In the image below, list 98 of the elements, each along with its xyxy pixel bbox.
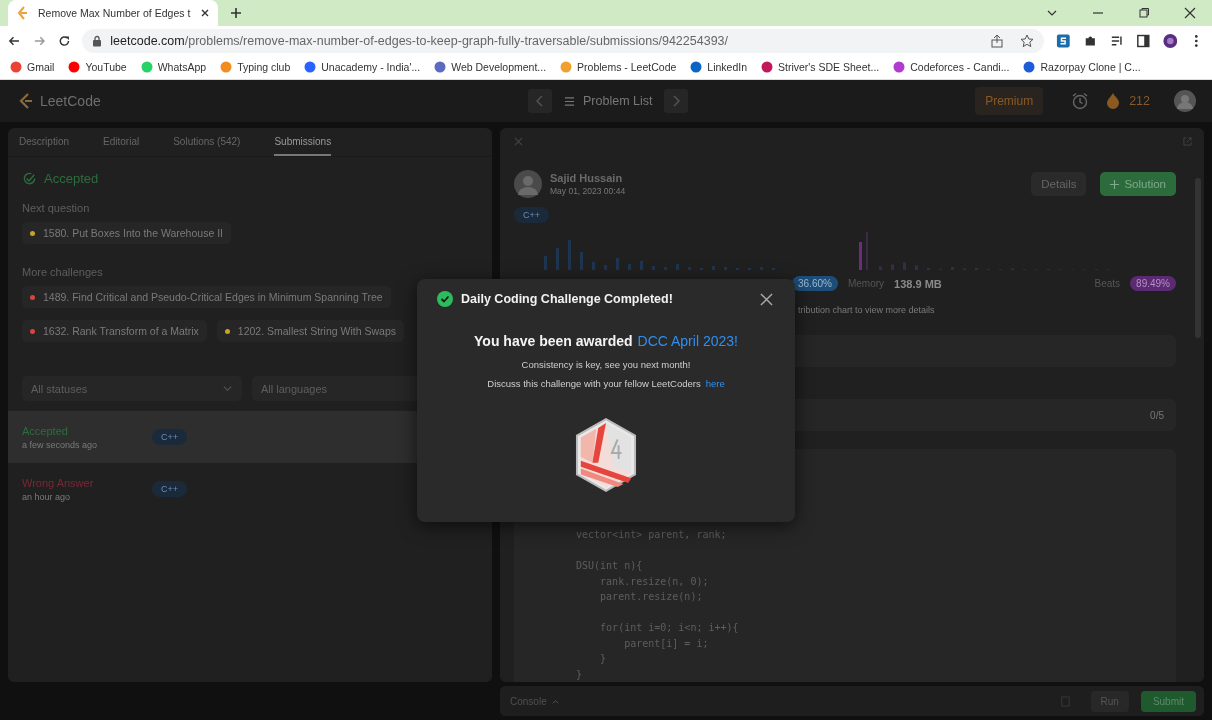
chart-bar <box>951 267 954 270</box>
browser-tab[interactable]: Remove Max Number of Edges t <box>8 0 218 26</box>
language-tag: C++ <box>152 481 187 497</box>
panel-tab[interactable]: Description <box>19 128 70 156</box>
chart-bar <box>556 248 559 270</box>
profile-avatar-icon[interactable] <box>1162 32 1178 49</box>
chart-bar <box>676 264 679 270</box>
chart-bar <box>915 265 918 270</box>
chart-bar <box>592 262 595 270</box>
close-icon[interactable] <box>1184 7 1196 19</box>
premium-button[interactable]: Premium <box>975 87 1044 115</box>
chart-bar <box>975 267 978 270</box>
avatar-icon[interactable] <box>1174 90 1196 112</box>
dialog-message: Consistency is key, see you next month! <box>521 359 691 370</box>
chart-hint: tribution chart to view more details <box>798 305 936 315</box>
plus-icon <box>1110 179 1120 189</box>
share-icon[interactable] <box>990 33 1005 48</box>
close-icon[interactable] <box>760 292 773 306</box>
question-chip[interactable]: 1580. Put Boxes Into the Warehouse II <box>22 222 231 244</box>
submission-time: an hour ago <box>22 491 72 502</box>
star-icon[interactable] <box>1020 33 1035 48</box>
question-chip[interactable]: 1632. Rank Transform of a Matrix <box>22 320 207 342</box>
lock-icon <box>92 34 103 47</box>
check-circle-icon <box>437 291 453 307</box>
question-chip[interactable]: 1202. Smallest String With Swaps <box>216 320 404 342</box>
chart-bar <box>640 261 643 270</box>
chart-bar <box>568 240 571 270</box>
status-heading: Accepted <box>44 171 99 186</box>
panel-tab[interactable]: Submissions <box>274 128 332 156</box>
flame-icon <box>1107 93 1120 109</box>
submission-status: Accepted <box>22 424 69 437</box>
panel-tab[interactable]: Editorial <box>103 128 140 156</box>
section-label: More challenges <box>22 266 104 278</box>
logo[interactable]: LeetCode <box>18 92 528 110</box>
bookmark[interactable]: LinkedIn <box>690 61 747 74</box>
code-line: } <box>599 652 608 666</box>
chart-bar <box>544 256 547 270</box>
bookmark[interactable]: Razorpay Clone | C... <box>1023 61 1141 74</box>
bookmark[interactable]: Codeforces - Candi... <box>893 61 1010 74</box>
extension-icon[interactable] <box>1056 32 1071 49</box>
avatar-icon <box>514 170 542 198</box>
check-circle-icon <box>22 171 37 186</box>
runtime-beats-badge: 36.60% <box>792 276 838 291</box>
chart-bar <box>628 264 631 270</box>
bookmark[interactable]: Striver's SDE Sheet... <box>761 61 880 74</box>
bookmark[interactable]: Problems - LeetCode <box>560 61 677 74</box>
chart-bar <box>580 252 583 270</box>
panel-tab[interactable]: Solutions (542) <box>173 128 241 156</box>
submission-status: Wrong Answer <box>22 476 95 489</box>
question-chip[interactable]: 1489. Find Critical and Pseudo-Critical Edges in Minimum Spanning Tree <box>22 286 391 308</box>
submission-date: May 01, 2023 00:44 <box>550 186 626 196</box>
problem-list-link[interactable]: Problem List <box>564 94 653 108</box>
language-tag: C++ <box>514 207 549 223</box>
chart-bar <box>903 262 906 270</box>
streak-count: 212 <box>1129 94 1150 108</box>
dialog-title: Daily Coding Challenge Completed! <box>461 292 673 306</box>
chart-bar <box>688 267 691 270</box>
testcase-count: 0/5 <box>1150 409 1164 421</box>
discuss-link[interactable]: here <box>705 378 725 389</box>
author-name[interactable]: Sajid Hussain <box>550 172 626 184</box>
memory-value: 138.9 MB <box>894 277 942 290</box>
address-bar[interactable]: leetcode.com/problems/remove-max-number-of-edges-to-keep-graph-fully-traversable/submissions/942254393/ <box>82 28 1045 53</box>
bookmark[interactable]: YouTube <box>68 61 127 74</box>
chart-bar <box>664 267 667 270</box>
bookmark[interactable]: Unacademy - India'... <box>304 61 421 74</box>
alarm-clock-icon[interactable] <box>1071 92 1090 110</box>
chart-bar <box>859 242 862 270</box>
bookmark[interactable]: WhatsApp <box>140 61 207 74</box>
chart-bar <box>616 258 619 270</box>
reload-icon[interactable] <box>57 33 71 48</box>
chart-bar <box>879 266 882 270</box>
discuss-text: Discuss this challenge with your fellow LeetCoders <box>487 378 701 389</box>
solution-button[interactable]: Solution <box>1100 172 1176 196</box>
chart-bar <box>724 267 727 270</box>
code-line: } <box>576 667 584 682</box>
section-label: Next question <box>22 202 91 214</box>
chevron-down-icon <box>222 383 233 394</box>
list-icon <box>564 95 575 107</box>
chart-bar <box>604 265 607 270</box>
details-button[interactable]: Details <box>1031 172 1087 196</box>
award-text: You have been awarded <box>474 333 633 349</box>
language-tag: C++ <box>152 429 187 445</box>
bookmark[interactable]: Typing club <box>220 61 291 74</box>
close-icon[interactable] <box>200 8 210 18</box>
bookmark[interactable]: Gmail <box>10 61 55 74</box>
chart-bar <box>760 267 763 270</box>
chart-bar <box>891 264 894 270</box>
memory-beats-badge: 89.49% <box>1130 276 1176 291</box>
bookmark[interactable]: Web Development... <box>434 61 547 74</box>
side-panel-icon[interactable] <box>1136 32 1151 49</box>
chart-bar <box>712 266 715 270</box>
submission-row[interactable]: Wrong Answer an hour ago C++ <box>8 463 492 515</box>
chart-bar <box>652 266 655 270</box>
code-line: parent.resize(n); <box>599 590 704 604</box>
restore-icon[interactable] <box>1138 7 1150 19</box>
award-link[interactable]: DCC April 2023! <box>637 333 738 349</box>
submission-time: a few seconds ago <box>22 439 99 450</box>
new-tab-icon[interactable] <box>230 7 242 19</box>
